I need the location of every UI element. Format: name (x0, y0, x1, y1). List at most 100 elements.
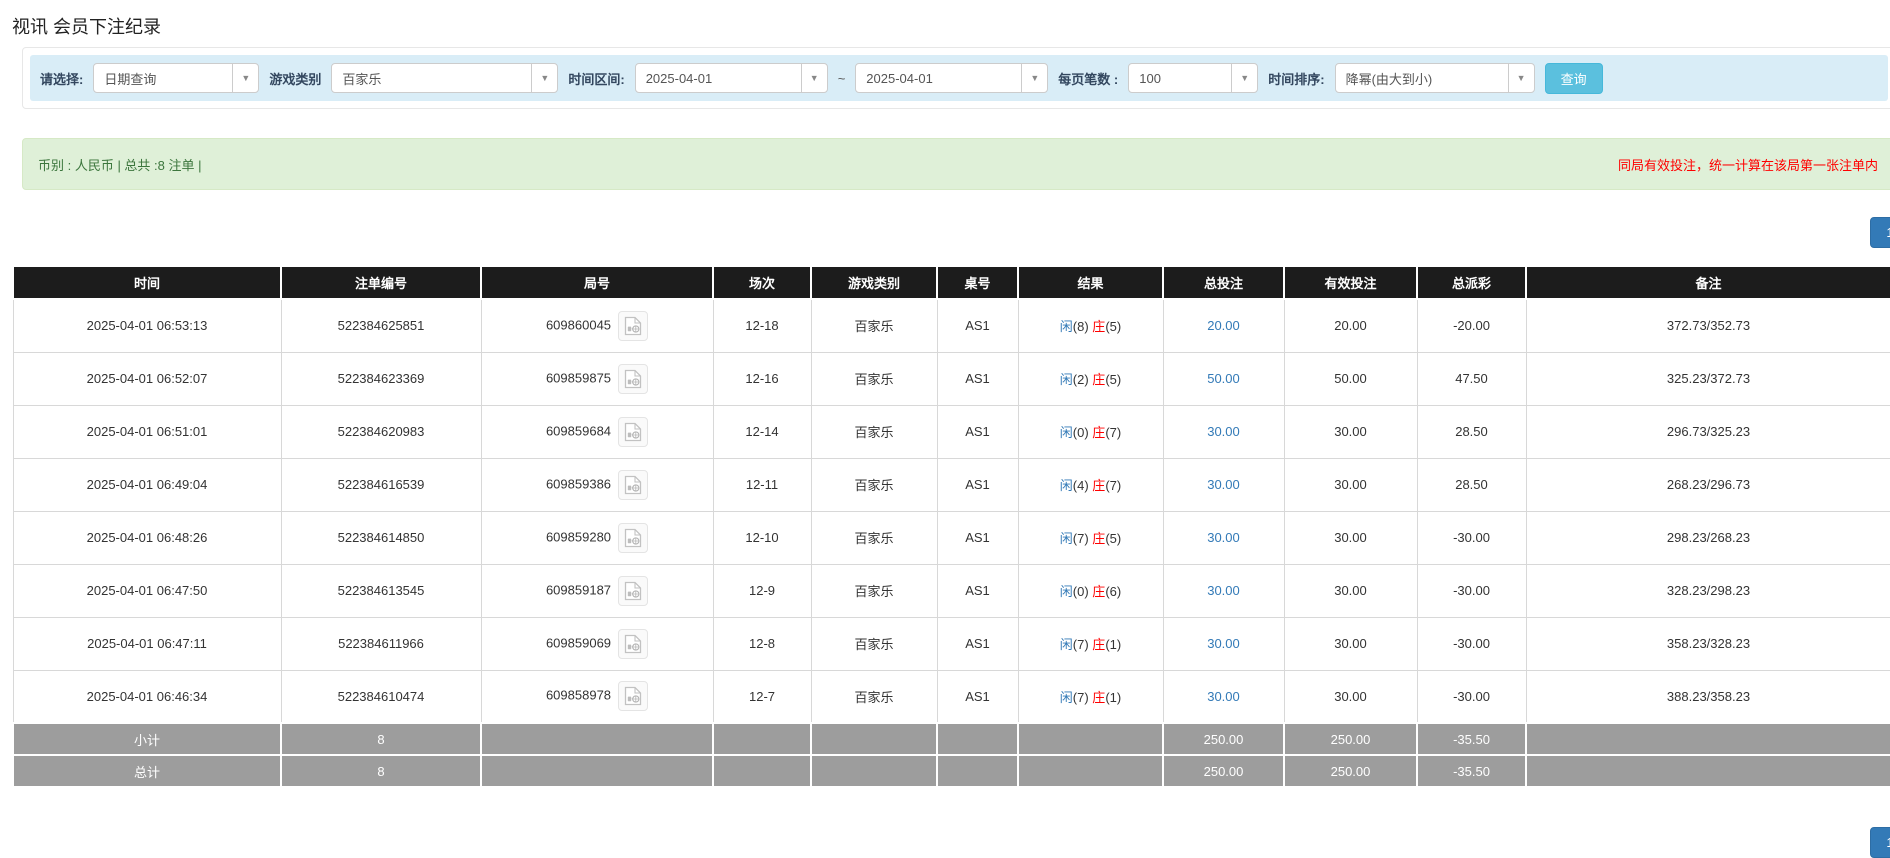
video-replay-button[interactable] (618, 469, 649, 500)
cell-round-id: 609859386 (480, 457, 714, 512)
query-type-value: 日期查询 (104, 71, 157, 87)
total-bet-link[interactable]: 30.00 (1207, 636, 1240, 651)
video-replay-button[interactable] (618, 310, 649, 341)
summary-empty-cell (936, 722, 1019, 756)
table-row: 2025-04-01 06:46:34 522384610474 609858978… (12, 669, 1890, 724)
game-type-select[interactable]: 百家乐 ▼ (331, 63, 559, 93)
time-sort-select[interactable]: 降幂(由大到小) ▼ (1334, 63, 1535, 93)
chevron-down-icon[interactable]: ▼ (531, 64, 557, 92)
game-type-value: 百家乐 (342, 71, 382, 87)
cell-result: 闲(0) 庄(6) (1017, 563, 1164, 618)
result-player-score: (8) (1072, 319, 1093, 335)
date-range-separator: ~ (837, 70, 846, 86)
total-bet-link[interactable]: 30.00 (1207, 689, 1240, 704)
result-banker-score: (7) (1105, 425, 1122, 440)
video-replay-document-icon (624, 369, 642, 388)
result-banker-score: (1) (1105, 637, 1122, 652)
cell-remark: 298.23/268.23 (1525, 510, 1890, 565)
total-bet-link[interactable]: 50.00 (1207, 371, 1240, 386)
video-replay-button[interactable] (618, 628, 649, 659)
pagination-page-1-bottom[interactable]: 1 (1870, 827, 1890, 858)
filter-panel: 请选择: 日期查询 ▼ 游戏类别 百家乐 ▼ 时间区间: 2025-04-01 … (22, 47, 1890, 109)
cell-bet-id: 522384623369 (280, 351, 482, 406)
cell-table-no: AS1 (936, 563, 1019, 618)
chevron-down-icon[interactable]: ▼ (1231, 64, 1257, 92)
search-button[interactable]: 查询 (1544, 62, 1603, 94)
cell-time: 2025-04-01 06:48:26 (12, 510, 282, 565)
cell-payout: -30.00 (1416, 510, 1527, 565)
result-banker-label: 庄 (1092, 319, 1106, 335)
pagination-page-1-top[interactable]: 1 (1870, 217, 1890, 248)
chevron-down-icon[interactable]: ▼ (1021, 64, 1047, 92)
cell-session: 12-10 (712, 510, 812, 565)
cell-session: 12-11 (712, 457, 812, 512)
video-replay-button[interactable] (618, 522, 649, 553)
summary-total-bet: 250.00 (1162, 754, 1285, 788)
cell-total-bet: 30.00 (1162, 510, 1285, 565)
video-replay-button[interactable] (618, 681, 649, 712)
table-row: 2025-04-01 06:49:04 522384616539 609859386… (12, 457, 1890, 512)
subtotal-row: 小计 8 250.00 250.00 -35.50 (12, 722, 1890, 756)
date-from-select[interactable]: 2025-04-01 ▼ (634, 63, 828, 93)
cell-session: 12-7 (712, 669, 812, 724)
cell-time: 2025-04-01 06:46:34 (12, 669, 282, 724)
date-to-select[interactable]: 2025-04-01 ▼ (855, 63, 1049, 93)
round-id-text: 609859875 (545, 369, 612, 385)
total-bet-link[interactable]: 20.00 (1207, 318, 1240, 333)
result-player-label: 闲 (1059, 531, 1073, 546)
cell-total-bet: 30.00 (1162, 563, 1285, 618)
chevron-down-icon[interactable]: ▼ (1507, 64, 1534, 92)
time-sort-label: 时间排序: (1268, 71, 1325, 87)
summary-bar: 币别 : 人民币 | 总共 :8 注单 | 同局有效投注，统一计算在该局第一张注… (22, 138, 1890, 190)
chevron-down-icon[interactable]: ▼ (232, 64, 258, 92)
page-title: 视讯 会员下注纪录 (12, 17, 162, 37)
video-replay-button[interactable] (618, 416, 649, 447)
summary-empty-cell (936, 754, 1019, 788)
summary-empty-cell (1017, 722, 1164, 756)
result-banker-score: (7) (1105, 478, 1122, 493)
summary-payout: -35.50 (1416, 754, 1527, 788)
table-header-row: 时间 注单编号 局号 场次 游戏类别 桌号 结果 总投注 有效投注 总派彩 备注 (12, 265, 1890, 300)
total-bet-link[interactable]: 30.00 (1207, 477, 1240, 492)
cell-game-type: 百家乐 (810, 563, 938, 618)
cell-table-no: AS1 (936, 404, 1019, 459)
cell-time: 2025-04-01 06:53:13 (12, 298, 282, 353)
summary-total-bet: 250.00 (1162, 722, 1285, 756)
col-header-payout: 总派彩 (1416, 265, 1527, 300)
round-id-text: 609859280 (545, 528, 612, 544)
col-header-total-bet: 总投注 (1162, 265, 1285, 300)
valid-bet-note: 同局有效投注，统一计算在该局第一张注单内 (1617, 157, 1878, 173)
table-body: 2025-04-01 06:53:13 522384625851 609860045… (12, 298, 1890, 788)
table-row: 2025-04-01 06:47:50 522384613545 609859187… (12, 563, 1890, 618)
result-banker-score: (5) (1105, 372, 1122, 387)
chevron-down-icon[interactable]: ▼ (800, 64, 827, 92)
cell-time: 2025-04-01 06:51:01 (12, 404, 282, 459)
cell-total-bet: 50.00 (1162, 351, 1285, 406)
cell-session: 12-18 (712, 298, 812, 353)
table-header: 时间 注单编号 局号 场次 游戏类别 桌号 结果 总投注 有效投注 总派彩 备注 (12, 265, 1890, 300)
cell-time: 2025-04-01 06:47:50 (12, 563, 282, 618)
round-id-text: 609859684 (545, 422, 612, 438)
page-size-select[interactable]: 100 ▼ (1128, 63, 1259, 93)
cell-session: 12-8 (712, 616, 812, 671)
cell-table-no: AS1 (936, 298, 1019, 353)
video-replay-document-icon (624, 687, 642, 706)
filter-bar: 请选择: 日期查询 ▼ 游戏类别 百家乐 ▼ 时间区间: 2025-04-01 … (30, 55, 1888, 101)
query-type-select[interactable]: 日期查询 ▼ (93, 63, 260, 93)
cell-bet-id: 522384613545 (280, 563, 482, 618)
total-bet-link[interactable]: 30.00 (1207, 583, 1240, 598)
video-replay-button[interactable] (618, 575, 649, 606)
total-bet-link[interactable]: 30.00 (1207, 424, 1240, 439)
result-banker-label: 庄 (1092, 584, 1106, 599)
cell-result: 闲(7) 庄(1) (1017, 669, 1164, 724)
cell-bet-id: 522384625851 (280, 298, 482, 353)
total-bet-link[interactable]: 30.00 (1207, 530, 1240, 545)
result-banker-label: 庄 (1092, 425, 1106, 440)
game-type-label: 游戏类别 (269, 71, 322, 87)
summary-empty-cell (810, 754, 938, 788)
round-id-text: 609859187 (545, 581, 612, 597)
cell-remark: 372.73/352.73 (1525, 298, 1890, 353)
video-replay-button[interactable] (618, 363, 649, 394)
col-header-result: 结果 (1017, 265, 1164, 300)
summary-count: 8 (280, 754, 482, 788)
